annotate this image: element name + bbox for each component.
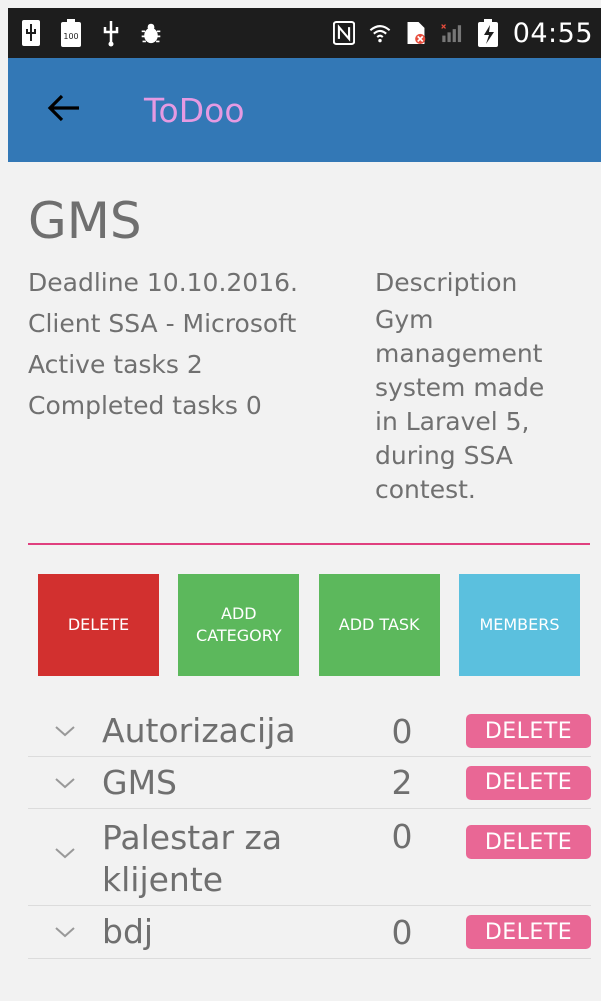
category-row[interactable]: Autorizacija 0 DELETE [28,706,591,757]
add-task-button[interactable]: ADD TASK [318,574,440,676]
wifi-icon [369,19,391,47]
category-count: 0 [391,711,413,751]
usb-debug-icon [100,19,122,47]
battery-100-icon: 100 [60,19,82,47]
app-bar: ToDoo [8,58,601,162]
chevron-down-icon[interactable] [28,777,102,789]
completed-tasks-text: Completed tasks 0 [28,391,262,420]
nfc-icon [332,19,355,47]
status-bar: 100 04:55 [8,8,601,58]
category-name: Palestar za klijente [102,818,283,899]
app-title: ToDoo [144,90,245,130]
action-buttons: DELETE ADD CATEGORY ADD TASK MEMBERS [38,574,580,676]
arrow-left-icon [47,94,81,126]
deadline-text: Deadline 10.10.2016. [28,268,298,297]
delete-project-button[interactable]: DELETE [38,574,159,676]
signal-icon [440,19,463,47]
chevron-down-icon[interactable] [28,725,102,737]
category-row[interactable]: bdj 0 DELETE [28,906,591,959]
category-name: Autorizacija [102,711,296,750]
project-description: Description Gym management system made i… [375,262,585,507]
svg-text:100: 100 [63,32,78,41]
project-title: GMS [28,192,142,250]
description-label: Description [375,268,518,297]
active-tasks-text: Active tasks 2 [28,350,203,379]
members-button[interactable]: MEMBERS [458,574,580,676]
category-count: 0 [391,912,413,952]
category-name: GMS [102,762,177,802]
bug-icon [140,19,162,47]
category-row[interactable]: Palestar za klijente 0 DELETE [28,809,591,906]
status-icons-right: 04:55 [332,17,593,49]
usb-icon [20,19,42,47]
category-count: 2 [391,763,413,802]
delete-category-button[interactable]: DELETE [466,765,591,800]
clock: 04:55 [512,17,593,49]
category-row[interactable]: GMS 2 DELETE [28,757,591,809]
delete-category-button[interactable]: DELETE [466,714,591,748]
back-button[interactable] [34,80,94,140]
category-list: Autorizacija 0 DELETE GMS 2 DELETE Pales… [28,706,591,959]
no-sim-icon [405,19,427,47]
add-category-button[interactable]: ADD CATEGORY [178,574,300,676]
status-icons-left: 100 [20,19,162,47]
category-count: 0 [391,817,413,856]
chevron-down-icon[interactable] [28,847,102,859]
category-name: bdj [102,912,154,951]
section-divider [28,543,590,545]
charging-icon [477,19,499,47]
delete-category-button[interactable]: DELETE [466,825,591,859]
delete-category-button[interactable]: DELETE [466,915,591,949]
client-text: Client SSA - Microsoft [28,309,297,338]
project-info: Deadline 10.10.2016. Client SSA - Micros… [28,262,368,426]
description-text: Gym management system made in Laravel 5,… [375,305,545,504]
chevron-down-icon[interactable] [28,926,102,938]
